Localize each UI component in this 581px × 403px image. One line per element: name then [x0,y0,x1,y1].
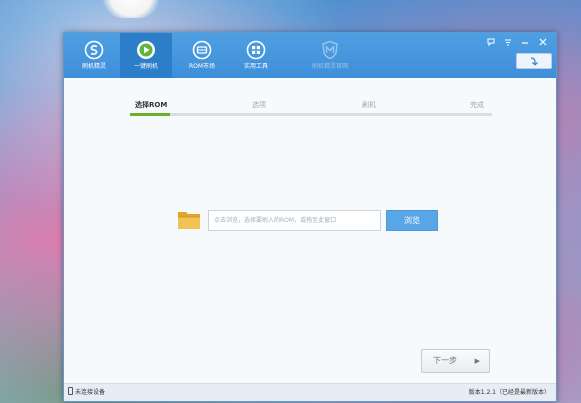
tab-label: 实用工具 [243,63,268,70]
phone-icon [68,387,73,395]
menu-icon[interactable] [501,36,515,48]
next-button-label: 下一步 [433,356,457,365]
minimize-icon[interactable] [518,36,532,48]
wallpaper-flower [100,0,162,18]
device-status-text: 未连接设备 [75,389,106,396]
grid-icon [246,40,266,60]
collapse-button[interactable] [516,53,552,69]
tab-label: 一键刷机 [133,63,158,70]
tab-label: ROM市场 [188,63,216,70]
play-arrow-icon: ▶ [474,357,480,365]
tab-flash-wizard[interactable]: 刷机精灵 [68,33,120,78]
rom-path-input[interactable] [208,210,381,231]
close-icon[interactable] [536,36,550,48]
play-icon [137,41,155,59]
progress-fill [130,113,170,116]
shield-s-icon [84,40,104,60]
disk-icon [192,40,212,60]
app-window: 刷机精灵 一键刷机 ROM市场 实用工具 刷机精灵官网 选择ROM 选项 刷机 … [63,32,557,402]
tab-tools[interactable]: 实用工具 [230,33,282,78]
version-text: 版本1.2.1（已经是最新版本） [468,389,550,396]
tab-rom-market[interactable]: ROM市场 [176,33,228,78]
device-status: 未连接设备 [68,384,105,401]
browse-button[interactable]: 浏览 [386,210,438,231]
step-select-rom: 选择ROM [135,101,168,109]
step-indicator: 选择ROM 选项 刷机 完成 [130,100,492,120]
skin-icon[interactable] [484,36,498,48]
next-button[interactable]: 下一步 ▶ [421,349,490,373]
tab-label: 刷机精灵官网 [311,63,348,70]
step-flash: 刷机 [362,101,376,109]
step-done: 完成 [470,101,484,109]
tab-official-site: 刷机精灵官网 [304,33,356,78]
status-bar: 未连接设备 版本1.2.1（已经是最新版本） [64,383,556,401]
folder-icon [178,212,200,229]
tab-label: 刷机精灵 [81,63,106,70]
tab-one-click-flash[interactable]: 一键刷机 [120,33,172,78]
m-shield-icon [322,40,338,60]
arrow-down-right-icon [530,57,538,66]
step-options: 选项 [252,101,266,109]
progress-track [130,113,492,116]
title-bar: 刷机精灵 一键刷机 ROM市场 实用工具 刷机精灵官网 [64,33,556,78]
